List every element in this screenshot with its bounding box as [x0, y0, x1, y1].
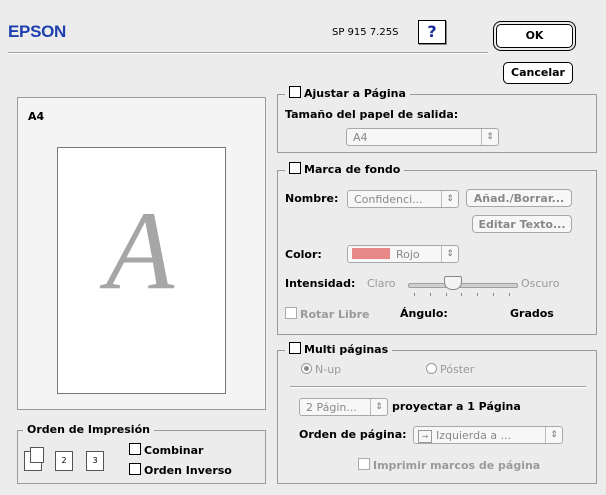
color-swatch	[352, 248, 390, 259]
degrees-label: Grados	[510, 307, 554, 320]
reverse-order-checkbox[interactable]: Orden Inverso	[129, 463, 232, 477]
preview-paper-size: A4	[28, 110, 45, 123]
watermark-name-value: Confidenci...	[354, 193, 423, 206]
page-order-direction-icon: →	[418, 430, 432, 443]
page-order-select[interactable]: → Izquierda a ... ⇕	[413, 426, 563, 444]
print-page-frames-label: Imprimir marcos de página	[373, 459, 541, 472]
project-to-page-label: proyectar a 1 Página	[392, 400, 521, 413]
poster-label: Póster	[440, 363, 475, 376]
select-arrows-icon: ⇕	[545, 427, 562, 443]
preview-paper-edge	[57, 387, 226, 394]
intensity-light-label: Claro	[367, 277, 396, 290]
nup-radio-button[interactable]	[301, 363, 312, 374]
watermark-name-label: Nombre:	[285, 192, 339, 205]
fit-page-checkbox[interactable]: Ajustar a Página	[285, 86, 410, 100]
intensity-label: Intensidad:	[285, 277, 356, 290]
watermark-title: Marca de fondo	[304, 163, 401, 176]
intensity-dark-label: Oscuro	[521, 277, 560, 290]
print-page-frames-checkbox[interactable]: Imprimir marcos de página	[358, 458, 540, 472]
free-rotate-checkbox[interactable]: Rotar Libre	[285, 307, 370, 321]
watermark-name-select[interactable]: Confidenci... ⇕	[347, 190, 459, 208]
page-order-icon-1-back	[30, 447, 44, 463]
driver-version: SP 915 7.25S	[332, 27, 399, 38]
combine-checkbox[interactable]: Combinar	[129, 443, 203, 457]
watermark-color-label: Color:	[285, 248, 322, 261]
add-remove-button[interactable]: Añad./Borrar...	[466, 189, 572, 207]
intensity-slider-thumb[interactable]	[444, 276, 462, 290]
cancel-button[interactable]: Cancelar	[503, 62, 573, 84]
nup-radio[interactable]: N-up	[301, 363, 341, 376]
watermark-color-value: Rojo	[396, 248, 420, 261]
select-arrows-icon: ⇕	[441, 246, 458, 262]
page-order-icon-2: 2	[55, 451, 73, 471]
fit-page-title: Ajustar a Página	[304, 87, 406, 100]
multi-page-title: Multi páginas	[304, 343, 389, 356]
angle-label: Ángulo:	[400, 307, 448, 320]
watermark-checkbox[interactable]: Marca de fondo	[285, 162, 405, 176]
reverse-order-label: Orden Inverso	[144, 464, 232, 477]
free-rotate-checkbox-box[interactable]	[285, 307, 297, 319]
poster-radio[interactable]: Póster	[426, 363, 474, 376]
select-arrows-icon: ⇕	[441, 191, 458, 207]
free-rotate-label: Rotar Libre	[300, 308, 370, 321]
help-button[interactable]: ?	[418, 20, 446, 44]
select-arrows-icon: ⇕	[370, 399, 387, 415]
intensity-slider-track[interactable]	[408, 283, 518, 288]
pages-per-sheet-value: 2 Págin...	[306, 401, 357, 414]
preview-watermark-glyph: A	[105, 189, 175, 313]
print-page-frames-checkbox-box[interactable]	[358, 458, 370, 470]
watermark-checkbox-box[interactable]	[289, 162, 301, 174]
output-paper-size-label: Tamaño del papel de salida:	[285, 108, 459, 121]
pages-per-sheet-select[interactable]: 2 Págin... ⇕	[299, 398, 388, 416]
page-order-label: Orden de página:	[299, 428, 407, 441]
select-arrows-icon: ⇕	[481, 129, 498, 145]
combine-label: Combinar	[144, 444, 204, 457]
intensity-slider-ticks	[414, 293, 510, 296]
page-order-value: Izquierda a ...	[436, 429, 512, 442]
watermark-color-select[interactable]: Rojo ⇕	[347, 245, 459, 263]
multi-page-checkbox-box[interactable]	[289, 342, 301, 354]
multi-page-divider	[290, 386, 586, 388]
print-order-title: Orden de Impresión	[23, 423, 154, 436]
page-order-icon-3: 3	[86, 451, 104, 471]
multi-page-checkbox[interactable]: Multi páginas	[285, 342, 393, 356]
nup-label: N-up	[315, 363, 342, 376]
epson-logo: EPSON	[8, 22, 67, 41]
ok-button[interactable]: OK	[496, 24, 573, 48]
fit-page-checkbox-box[interactable]	[289, 86, 301, 98]
output-paper-size-value: A4	[353, 131, 368, 144]
output-paper-size-select[interactable]: A4 ⇕	[346, 128, 499, 146]
poster-radio-button[interactable]	[426, 363, 437, 374]
header-divider	[8, 52, 488, 54]
combine-checkbox-box[interactable]	[129, 443, 141, 455]
edit-text-button[interactable]: Editar Texto...	[472, 215, 572, 233]
reverse-order-checkbox-box[interactable]	[129, 463, 141, 475]
